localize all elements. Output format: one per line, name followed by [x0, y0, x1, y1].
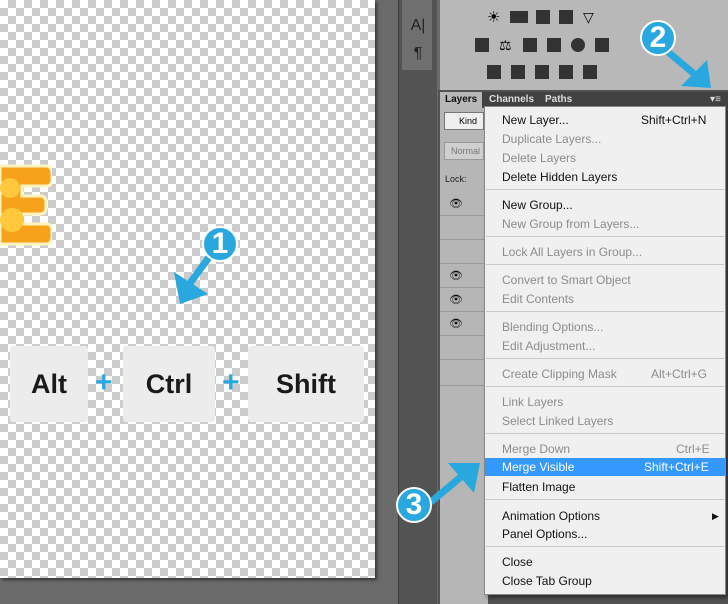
menu-separator	[486, 386, 724, 387]
menu-item-new-group-from-layers[interactable]: New Group from Layers...	[502, 216, 639, 232]
menu-item-select-linked-layers[interactable]: Select Linked Layers	[502, 413, 613, 429]
menu-separator	[486, 546, 724, 547]
selective-color-icon[interactable]	[559, 65, 573, 79]
tab-layers[interactable]: Layers	[440, 92, 482, 108]
eye-icon[interactable]: 👁	[449, 269, 463, 282]
layer-row[interactable]	[440, 336, 488, 360]
menu-item-edit-adjustment[interactable]: Edit Adjustment...	[502, 338, 595, 354]
black-white-icon[interactable]	[523, 38, 537, 52]
curves-icon[interactable]	[536, 10, 550, 24]
blend-mode-select[interactable]: Normal	[444, 142, 484, 160]
menu-item-link-layers[interactable]: Link Layers	[502, 394, 563, 410]
eye-icon[interactable]: 👁	[449, 293, 463, 306]
gradient-map-icon[interactable]	[583, 65, 597, 79]
menu-item-new-group[interactable]: New Group...	[502, 197, 573, 213]
layer-row[interactable]	[440, 264, 488, 288]
channel-mixer-icon[interactable]	[571, 38, 585, 52]
color-lookup-icon[interactable]	[595, 38, 609, 52]
shortcut-new-layer: Shift+Ctrl+N	[641, 113, 707, 127]
alt-key: Alt	[10, 346, 88, 422]
posterize-icon[interactable]	[511, 65, 525, 79]
menu-item-blending-options[interactable]: Blending Options...	[502, 319, 603, 335]
menu-item-panel-options[interactable]: Panel Options...	[502, 526, 587, 542]
menu-separator	[486, 264, 724, 265]
menu-item-convert-smart-object[interactable]: Convert to Smart Object	[502, 272, 631, 288]
kind-filter-select[interactable]: Kind	[444, 112, 484, 130]
threshold-icon[interactable]	[535, 65, 549, 79]
menu-item-new-layer[interactable]: New Layer...	[502, 112, 569, 128]
layer-row[interactable]	[440, 192, 488, 216]
step-badge-2: 2	[640, 20, 676, 56]
exposure-icon[interactable]	[559, 10, 573, 24]
eye-icon[interactable]: 👁	[449, 197, 463, 210]
layer-row[interactable]	[440, 288, 488, 312]
shortcut-merge-down: Ctrl+E	[676, 442, 710, 456]
menu-item-create-clipping-mask[interactable]: Create Clipping Mask	[502, 366, 617, 382]
brightness-icon[interactable]: ☀	[487, 10, 501, 25]
panel-menu-icon[interactable]: ▾≡	[710, 94, 721, 106]
menu-separator	[486, 358, 724, 359]
menu-item-merge-down[interactable]: Merge Down	[502, 441, 570, 457]
layer-row[interactable]	[440, 216, 488, 240]
orange-letter-e-graphic	[0, 164, 52, 246]
menu-item-lock-all-layers[interactable]: Lock All Layers in Group...	[502, 244, 642, 260]
menu-item-delete-hidden-layers[interactable]: Delete Hidden Layers	[502, 169, 617, 185]
menu-item-animation-options[interactable]: Animation Options	[502, 508, 600, 524]
invert-icon[interactable]	[487, 65, 501, 79]
layer-row[interactable]	[440, 362, 488, 386]
submenu-arrow-icon: ▶	[712, 511, 719, 521]
plus-sign: +	[222, 366, 240, 399]
menu-item-duplicate-layers[interactable]: Duplicate Layers...	[502, 131, 601, 147]
menu-separator	[486, 189, 724, 190]
shortcut-merge-visible: Shift+Ctrl+E	[644, 460, 709, 474]
hue-saturation-icon[interactable]	[475, 38, 489, 52]
menu-item-flatten-image[interactable]: Flatten Image	[502, 479, 575, 495]
menu-item-merge-visible[interactable]: Merge Visible	[502, 459, 574, 475]
menu-separator	[486, 433, 724, 434]
plus-sign: +	[95, 366, 113, 399]
menu-separator	[486, 236, 724, 237]
lock-label: Lock:	[445, 174, 467, 184]
color-balance-icon[interactable]: ⚖	[499, 38, 513, 52]
levels-icon[interactable]	[510, 11, 528, 23]
layer-row[interactable]	[440, 240, 488, 264]
menu-item-edit-contents[interactable]: Edit Contents	[502, 291, 574, 307]
eye-icon[interactable]: 👁	[449, 317, 463, 330]
menu-separator	[486, 311, 724, 312]
menu-item-delete-layers[interactable]: Delete Layers	[502, 150, 576, 166]
shortcut-create-clipping-mask: Alt+Ctrl+G	[651, 367, 708, 381]
layer-row[interactable]	[440, 312, 488, 336]
shift-key: Shift	[248, 346, 364, 422]
menu-item-close-tab-group[interactable]: Close Tab Group	[502, 573, 592, 589]
ctrl-key: Ctrl	[123, 346, 215, 422]
menu-separator	[486, 499, 724, 500]
step-badge-3: 3	[396, 487, 432, 523]
step-badge-1: 1	[202, 226, 238, 262]
vibrance-icon[interactable]: ▽	[583, 10, 597, 24]
paragraph-tool-icon[interactable]: ¶	[408, 44, 428, 64]
type-tool-icon[interactable]: A|	[408, 16, 428, 36]
photo-filter-icon[interactable]	[547, 38, 561, 52]
menu-item-close[interactable]: Close	[502, 554, 533, 570]
